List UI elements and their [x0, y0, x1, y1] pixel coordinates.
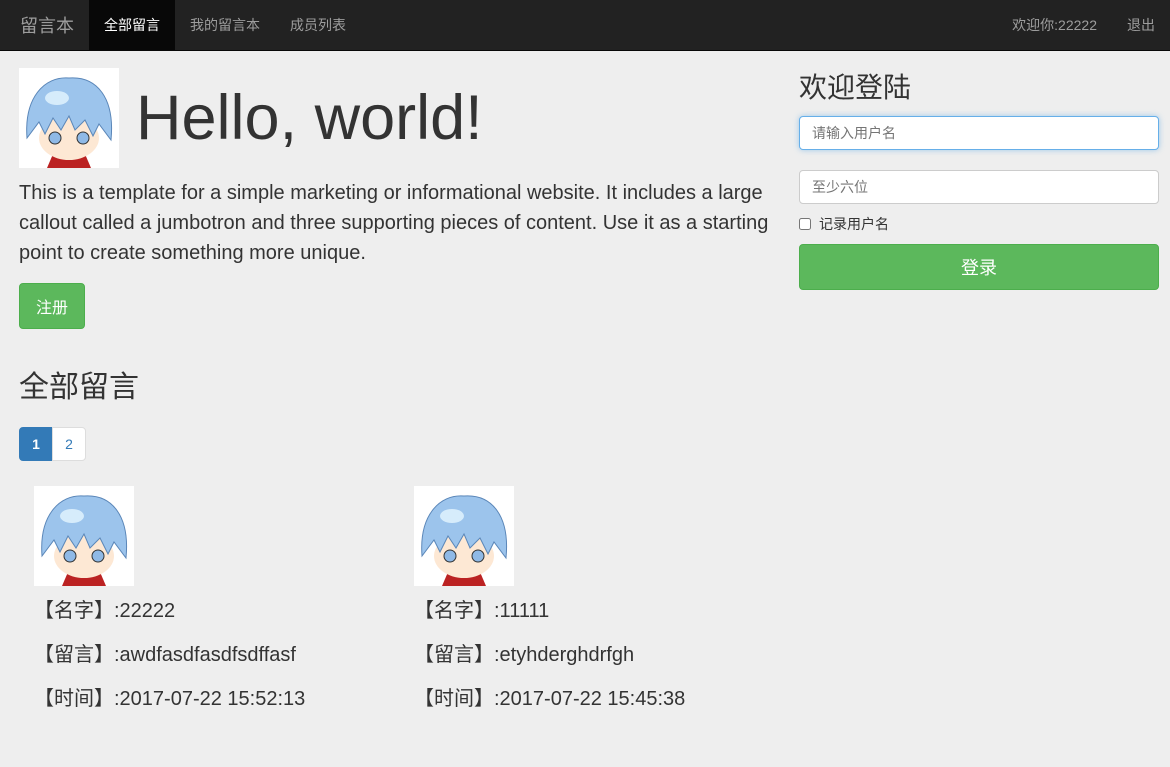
login-title: 欢迎登陆 — [799, 71, 912, 104]
nav-member-list[interactable]: 成员列表 — [275, 0, 361, 50]
jumbotron: Hello, world! This is a template for a s… — [19, 68, 779, 329]
welcome-user[interactable]: 欢迎你:22222 — [997, 0, 1112, 50]
brand-link[interactable]: 留言本 — [0, 0, 89, 50]
message-author: 【名字】:11111 — [414, 600, 550, 622]
message-time: 【时间】:2017-07-22 15:52:13 — [34, 688, 306, 710]
message-card: 【名字】:22222 【留言】:awdfasdfasdfsdffasf 【时间】… — [34, 486, 394, 710]
page-title: Hello, world! — [136, 83, 483, 153]
nav-my-messages[interactable]: 我的留言本 — [175, 0, 275, 50]
message-time: 【时间】:2017-07-22 15:45:38 — [414, 688, 686, 710]
message-content: 【留言】:etyhderghdrfgh — [414, 644, 635, 666]
message-author: 【名字】:22222 — [34, 600, 176, 622]
login-button[interactable]: 登录 — [799, 244, 1159, 290]
remember-checkbox-label[interactable]: 记录用户名 — [799, 214, 1159, 234]
page-1[interactable]: 1 — [19, 427, 53, 461]
login-form: 欢迎登陆 记录用户名 登录 — [799, 66, 1159, 290]
register-button[interactable]: 注册 — [19, 283, 86, 329]
page-2[interactable]: 2 — [52, 427, 86, 461]
password-input[interactable] — [799, 170, 1159, 204]
remember-checkbox[interactable] — [799, 218, 811, 230]
message-card: 【名字】:11111 【留言】:etyhderghdrfgh 【时间】:2017… — [414, 486, 774, 710]
pagination: 1 2 — [19, 427, 86, 461]
remember-label: 记录用户名 — [819, 216, 889, 232]
avatar — [34, 486, 134, 586]
nav-all-messages[interactable]: 全部留言 — [89, 0, 175, 50]
section-title: 全部留言 — [19, 371, 139, 404]
username-input[interactable] — [799, 116, 1159, 150]
avatar — [414, 486, 514, 586]
message-content: 【留言】:awdfasdfasdfsdffasf — [34, 644, 296, 666]
avatar — [19, 68, 119, 168]
navbar: 留言本 全部留言 我的留言本 成员列表 欢迎你:22222 退出 — [0, 0, 1170, 51]
logout-link[interactable]: 退出 — [1112, 0, 1170, 50]
jumbotron-text: This is a template for a simple marketin… — [19, 182, 769, 264]
